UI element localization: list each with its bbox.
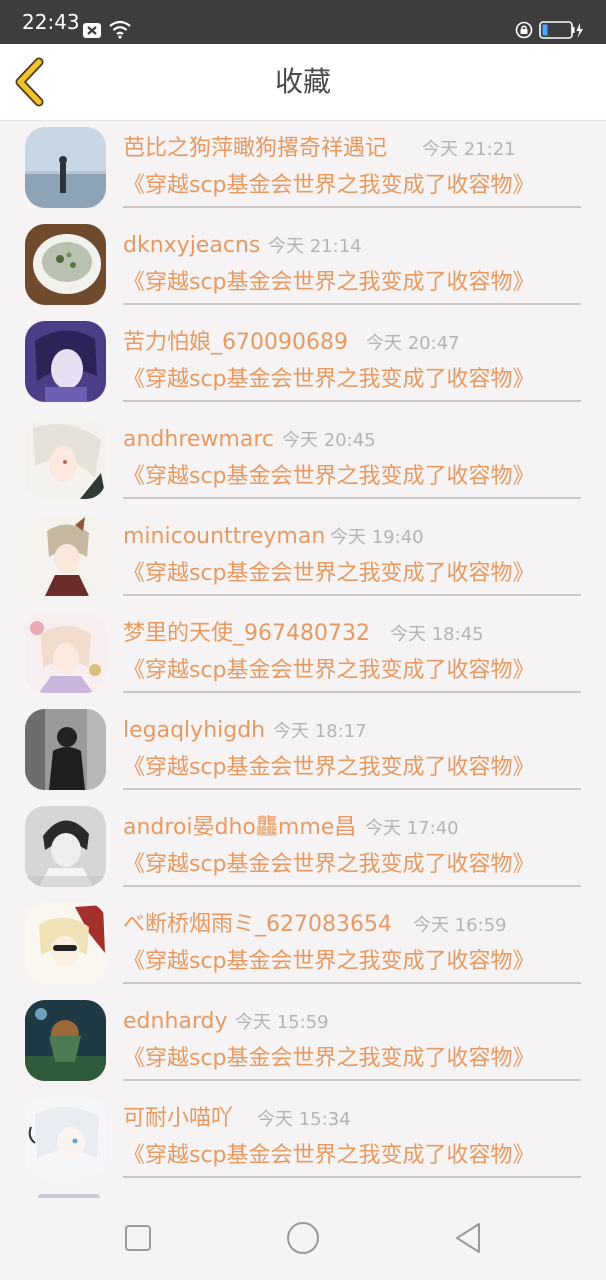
avatar[interactable]	[25, 127, 106, 208]
item-book-title[interactable]: 《穿越scp基金会世界之我变成了收容物》	[123, 752, 535, 784]
item-book-title[interactable]: 《穿越scp基金会世界之我变成了收容物》	[123, 849, 535, 881]
item-time: 今天 16:59	[413, 915, 507, 936]
item-book-title[interactable]: 《穿越scp基金会世界之我变成了收容物》	[123, 1140, 535, 1172]
triangle-back-icon[interactable]	[448, 1218, 488, 1258]
divider	[123, 1079, 581, 1081]
avatar[interactable]	[25, 418, 106, 499]
item-book-title[interactable]: 《穿越scp基金会世界之我变成了收容物》	[123, 364, 535, 396]
list-item[interactable]: androi晏dho龘mme昌 今天 17:40 《穿越scp基金会世界之我变成…	[0, 800, 606, 897]
square-recents-icon[interactable]	[118, 1218, 158, 1258]
item-time: 今天 18:45	[390, 624, 484, 645]
divider	[123, 497, 581, 499]
divider	[123, 303, 581, 305]
item-time: 今天 20:45	[282, 430, 376, 451]
system-nav-bar	[0, 1198, 606, 1280]
divider	[123, 691, 581, 693]
item-time: 今天 18:17	[273, 721, 367, 742]
status-time: 22:43	[22, 10, 80, 34]
item-username: minicounttreyman	[123, 524, 326, 549]
item-username: ednhardy	[123, 1009, 228, 1034]
item-username: androi晏dho龘mme昌	[123, 815, 357, 840]
rotation-lock-icon	[515, 21, 533, 39]
item-book-title[interactable]: 《穿越scp基金会世界之我变成了收容物》	[123, 558, 535, 590]
favorites-list: 芭比之狗萍瞰狗撂奇祥遇记 今天 21:21 《穿越scp基金会世界之我变成了收容…	[0, 121, 606, 1198]
item-username: andhrewmarc	[123, 427, 274, 452]
divider	[123, 1176, 581, 1178]
list-item[interactable]: 苦力怕娘_670090689 今天 20:47 《穿越scp基金会世界之我变成了…	[0, 315, 606, 412]
battery-charging-icon	[539, 21, 583, 39]
item-username: 芭比之狗萍瞰狗撂奇祥遇记	[123, 136, 388, 161]
list-item[interactable]: minicounttreyman 今天 19:40 《穿越scp基金会世界之我变…	[0, 509, 606, 606]
list-item[interactable]: べ断桥烟雨ミ_627083654 今天 16:59 《穿越scp基金会世界之我变…	[0, 897, 606, 994]
item-username: 苦力怕娘_670090689	[123, 330, 348, 355]
item-time: 今天 19:40	[330, 527, 424, 548]
divider	[123, 788, 581, 790]
divider	[123, 206, 581, 208]
status-bar: 22:43	[0, 0, 606, 44]
avatar[interactable]	[25, 321, 106, 402]
item-time: 今天 20:47	[366, 333, 460, 354]
divider	[123, 594, 581, 596]
item-time: 今天 15:59	[235, 1012, 329, 1033]
item-book-title[interactable]: 《穿越scp基金会世界之我变成了收容物》	[123, 655, 535, 687]
list-item[interactable]: 梦里的天使_967480732 今天 18:45 《穿越scp基金会世界之我变成…	[0, 606, 606, 703]
list-item[interactable]: 可耐小喵吖 今天 15:34 《穿越scp基金会世界之我变成了收容物》	[0, 1091, 606, 1188]
avatar[interactable]	[25, 806, 106, 887]
divider	[123, 400, 581, 402]
item-time: 今天 21:21	[422, 139, 516, 160]
avatar[interactable]	[25, 612, 106, 693]
avatar[interactable]	[25, 709, 106, 790]
divider	[123, 982, 581, 984]
avatar[interactable]	[25, 515, 106, 596]
circle-home-icon[interactable]	[283, 1218, 323, 1258]
item-username: べ断桥烟雨ミ_627083654	[123, 912, 392, 937]
item-book-title[interactable]: 《穿越scp基金会世界之我变成了收容物》	[123, 267, 535, 299]
item-username: legaqlyhigdh	[123, 718, 266, 743]
page-title: 收藏	[274, 65, 331, 98]
wifi-icon	[109, 20, 131, 39]
notification-close-icon	[83, 23, 101, 38]
item-book-title[interactable]: 《穿越scp基金会世界之我变成了收容物》	[123, 946, 535, 978]
item-book-title[interactable]: 《穿越scp基金会世界之我变成了收容物》	[123, 170, 535, 202]
header: 收藏	[0, 44, 606, 121]
list-item[interactable]: legaqlyhigdh 今天 18:17 《穿越scp基金会世界之我变成了收容…	[0, 703, 606, 800]
list-item[interactable]: andhrewmarc 今天 20:45 《穿越scp基金会世界之我变成了收容物…	[0, 412, 606, 509]
avatar[interactable]	[25, 224, 106, 305]
item-username: dknxyjeacns	[123, 233, 261, 258]
item-book-title[interactable]: 《穿越scp基金会世界之我变成了收容物》	[123, 461, 535, 493]
item-username: 可耐小喵吖	[123, 1106, 234, 1131]
item-time: 今天 15:34	[257, 1109, 351, 1130]
item-book-title[interactable]: 《穿越scp基金会世界之我变成了收容物》	[123, 1043, 535, 1075]
list-item[interactable]: dknxyjeacns 今天 21:14 《穿越scp基金会世界之我变成了收容物…	[0, 218, 606, 315]
avatar[interactable]	[25, 1097, 106, 1178]
item-username: 梦里的天使_967480732	[123, 621, 370, 646]
item-time: 今天 17:40	[365, 818, 459, 839]
list-item[interactable]: ednhardy 今天 15:59 《穿越scp基金会世界之我变成了收容物》	[0, 994, 606, 1091]
item-time: 今天 21:14	[268, 236, 362, 257]
avatar[interactable]	[25, 1000, 106, 1081]
list-item[interactable]: 芭比之狗萍瞰狗撂奇祥遇记 今天 21:21 《穿越scp基金会世界之我变成了收容…	[0, 121, 606, 218]
divider	[123, 885, 581, 887]
avatar[interactable]	[25, 903, 106, 984]
